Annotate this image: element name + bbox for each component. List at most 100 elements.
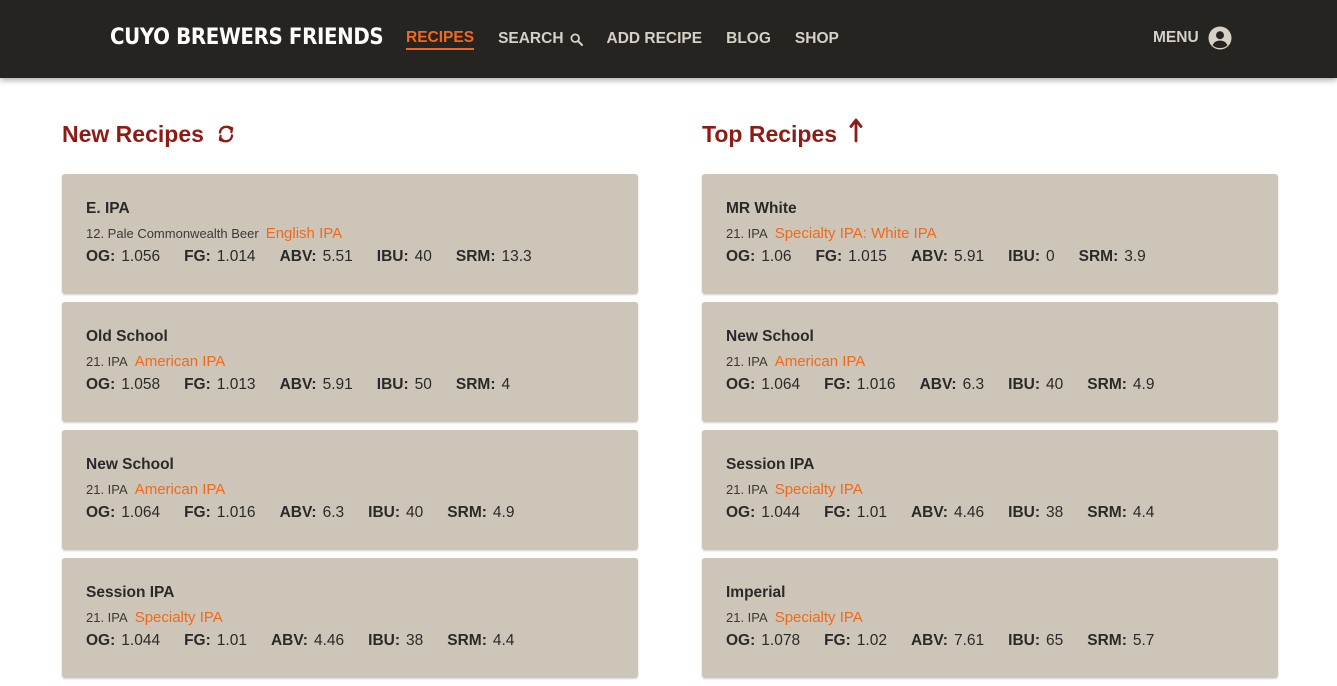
stat-og-label: OG: — [86, 248, 116, 265]
recipe-name[interactable]: Old School — [86, 328, 614, 348]
recipe-stats: OG: 1.044 FG: 1.01 ABV: 4.46 IBU: 38 SRM: 4.4 — [726, 504, 1254, 526]
stat-srm-value: 4.4 — [1132, 504, 1155, 521]
search-icon — [570, 32, 583, 46]
refresh-icon[interactable] — [216, 123, 236, 145]
stat-srm: SRM: 4.9 — [1087, 376, 1154, 398]
stat-fg-value: 1.01 — [856, 504, 887, 521]
stat-srm-label: SRM: — [1087, 376, 1127, 393]
stat-fg-value: 1.01 — [216, 632, 247, 649]
stat-ibu-value: 40 — [406, 504, 424, 521]
top-navbar: CUYO BREWERS FRIENDS RECIPES SEARCH ADD … — [0, 0, 1337, 78]
recipe-card[interactable]: New School 21. IPA American IPA OG: 1.064… — [62, 430, 638, 550]
menu-label: MENU — [1153, 29, 1199, 46]
stat-fg-value: 1.02 — [856, 632, 887, 649]
recipe-style-row: 21. IPA Specialty IPA — [726, 481, 1254, 501]
nav-shop[interactable]: SHOP — [795, 28, 839, 50]
stat-fg: FG: 1.014 — [184, 248, 255, 270]
stat-og: OG: 1.058 — [86, 376, 160, 398]
stat-abv-label: ABV: — [279, 504, 317, 521]
stat-fg-value: 1.016 — [216, 504, 256, 521]
top-recipes-title: Top Recipes — [702, 120, 838, 147]
stat-ibu: IBU: 65 — [1008, 632, 1063, 654]
recipe-style-link[interactable]: Specialty IPA — [135, 609, 223, 626]
nav-search-label: SEARCH — [498, 30, 564, 47]
user-avatar-icon — [1208, 26, 1232, 50]
nav-add-recipe[interactable]: ADD RECIPE — [607, 28, 703, 50]
stat-abv-label: ABV: — [910, 632, 948, 649]
stat-ibu-label: IBU: — [376, 248, 409, 265]
recipe-style-link[interactable]: Specialty IPA — [775, 481, 863, 498]
stat-fg: FG: 1.016 — [184, 504, 255, 526]
recipe-style-link[interactable]: American IPA — [775, 353, 866, 370]
recipe-category: 21. IPA — [726, 610, 768, 625]
recipe-style-link[interactable]: Specialty IPA: White IPA — [775, 225, 937, 242]
stat-fg: FG: 1.015 — [815, 248, 886, 270]
recipe-name[interactable]: E. IPA — [86, 200, 614, 220]
stat-og: OG: 1.044 — [726, 504, 800, 526]
recipe-style-row: 12. Pale Commonwealth Beer English IPA — [86, 225, 614, 245]
stat-ibu-value: 38 — [406, 632, 424, 649]
stat-ibu-label: IBU: — [1008, 248, 1041, 265]
stat-ibu: IBU: 40 — [368, 504, 423, 526]
stat-fg-label: FG: — [184, 248, 211, 265]
recipe-name[interactable]: New School — [726, 328, 1254, 348]
stat-fg-value: 1.013 — [216, 376, 256, 393]
recipe-style-row: 21. IPA Specialty IPA — [726, 609, 1254, 629]
stat-abv: ABV: 4.46 — [271, 632, 344, 654]
recipe-card[interactable]: Imperial 21. IPA Specialty IPA OG: 1.078 … — [702, 558, 1278, 678]
stat-srm-value: 4.9 — [492, 504, 515, 521]
stat-ibu-value: 40 — [414, 248, 432, 265]
recipe-card[interactable]: Session IPA 21. IPA Specialty IPA OG: 1.0… — [62, 558, 638, 678]
recipe-name[interactable]: Session IPA — [86, 584, 614, 604]
stat-abv-value: 4.46 — [953, 504, 985, 521]
recipe-card[interactable]: E. IPA 12. Pale Commonwealth Beer Englis… — [62, 174, 638, 294]
nav-blog[interactable]: BLOG — [726, 28, 771, 50]
recipe-card[interactable]: Old School 21. IPA American IPA OG: 1.058… — [62, 302, 638, 422]
top-recipes-list: MR White 21. IPA Specialty IPA: White IP… — [702, 174, 1278, 678]
recipe-card[interactable]: MR White 21. IPA Specialty IPA: White IP… — [702, 174, 1278, 294]
stat-srm-label: SRM: — [455, 376, 496, 393]
stat-srm-value: 5.7 — [1132, 632, 1155, 649]
stat-ibu: IBU: 38 — [1008, 504, 1063, 526]
stat-srm: SRM: 4 — [456, 376, 510, 398]
stat-ibu: IBU: 40 — [377, 248, 432, 270]
stat-abv: ABV: 6.3 — [920, 376, 985, 398]
stat-srm-value: 4.9 — [1132, 376, 1155, 393]
arrow-up-icon[interactable] — [849, 118, 863, 143]
stat-og-value: 1.064 — [121, 504, 161, 521]
new-recipes-list: E. IPA 12. Pale Commonwealth Beer Englis… — [62, 174, 638, 678]
new-recipes-heading: New Recipes — [62, 110, 638, 158]
nav-recipes-label: RECIPES — [406, 29, 475, 46]
recipe-style-row: 21. IPA American IPA — [86, 353, 614, 373]
recipe-name[interactable]: MR White — [726, 200, 1254, 220]
recipe-style-link[interactable]: Specialty IPA — [775, 609, 863, 626]
recipe-card[interactable]: Session IPA 21. IPA Specialty IPA OG: 1.0… — [702, 430, 1278, 550]
stat-fg-label: FG: — [184, 504, 211, 521]
recipe-category: 21. IPA — [726, 482, 768, 497]
recipe-name[interactable]: Session IPA — [726, 456, 1254, 476]
nav-recipes[interactable]: RECIPES — [406, 28, 475, 50]
stat-abv-label: ABV: — [279, 376, 317, 393]
nav-search[interactable]: SEARCH — [498, 28, 583, 50]
stat-fg-label: FG: — [824, 632, 851, 649]
stat-srm-value: 4 — [501, 376, 511, 393]
recipe-style-link[interactable]: American IPA — [135, 481, 226, 498]
recipe-style-link[interactable]: English IPA — [266, 225, 342, 242]
recipe-style-link[interactable]: American IPA — [135, 353, 226, 370]
recipe-stats: OG: 1.044 FG: 1.01 ABV: 4.46 IBU: 38 SRM: 4.4 — [86, 632, 614, 654]
recipe-name[interactable]: Imperial — [726, 584, 1254, 604]
menu-button[interactable]: MENU — [1153, 26, 1232, 50]
brand-logo[interactable]: CUYO BREWERS FRIENDS — [110, 25, 384, 50]
stat-abv: ABV: 5.51 — [280, 248, 353, 270]
recipe-category: 21. IPA — [86, 482, 128, 497]
stat-fg-label: FG: — [184, 376, 211, 393]
stat-abv-value: 6.3 — [962, 376, 985, 393]
stat-abv-value: 7.61 — [953, 632, 985, 649]
recipe-category: 21. IPA — [726, 354, 768, 369]
stat-ibu-value: 40 — [1046, 376, 1064, 393]
stat-og: OG: 1.064 — [726, 376, 800, 398]
top-recipes-heading: Top Recipes — [702, 110, 1278, 158]
recipe-name[interactable]: New School — [86, 456, 614, 476]
recipe-style-row: 21. IPA American IPA — [86, 481, 614, 501]
recipe-card[interactable]: New School 21. IPA American IPA OG: 1.064… — [702, 302, 1278, 422]
